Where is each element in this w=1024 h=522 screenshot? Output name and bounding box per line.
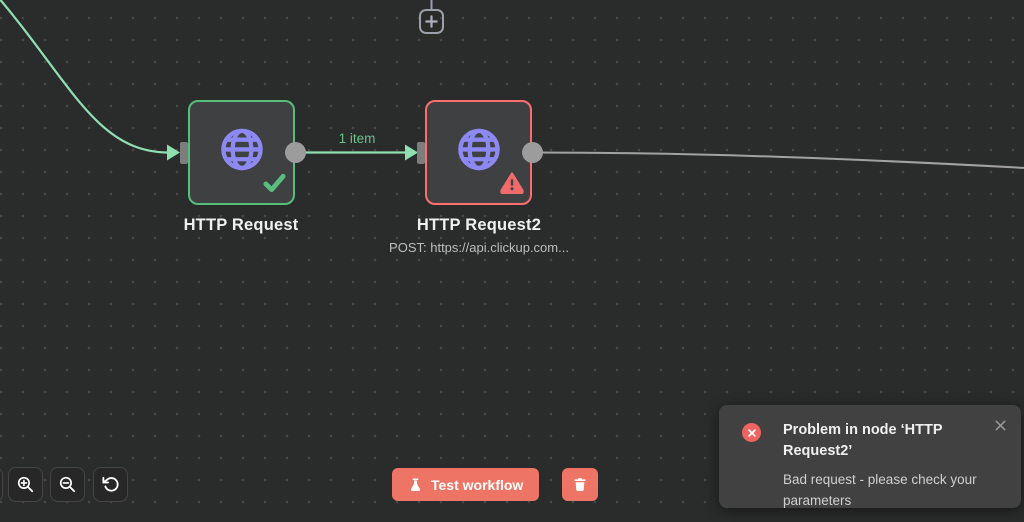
test-workflow-button[interactable]: Test workflow — [392, 468, 540, 501]
close-icon — [995, 420, 1006, 431]
zoom-in-button[interactable] — [8, 467, 43, 502]
toast-title: Problem in node ‘HTTP Request2’ — [783, 422, 943, 460]
toast-body: Problem in node ‘HTTP Request2’ Bad requ… — [770, 420, 1005, 512]
flask-icon — [410, 478, 421, 491]
node2-label: HTTP Request2 POST: https://api.clickup.… — [379, 216, 579, 255]
error-toast: Problem in node ‘HTTP Request2’ Bad requ… — [719, 405, 1021, 508]
zoom-out-icon — [59, 476, 76, 493]
reset-zoom-icon — [102, 476, 119, 492]
workflow-action-bar: Test workflow — [392, 468, 599, 501]
node2-input-port[interactable] — [417, 142, 425, 164]
error-circle-icon — [742, 423, 761, 442]
node1-label: HTTP Request — [141, 216, 341, 235]
zoom-to-fit-button[interactable] — [0, 467, 3, 502]
node2-output-port[interactable] — [522, 142, 543, 163]
node1-output-port[interactable] — [285, 142, 306, 163]
test-workflow-label: Test workflow — [431, 476, 524, 493]
warning-triangle-icon[interactable] — [500, 172, 524, 199]
incoming-connection-arrow — [167, 144, 180, 161]
node1-input-port[interactable] — [180, 142, 188, 164]
node-http-request[interactable] — [188, 100, 295, 205]
zoom-in-icon — [17, 476, 34, 493]
connection-items-label: 1 item — [338, 131, 376, 146]
incoming-connection-line — [0, 0, 169, 154]
globe-icon — [218, 125, 265, 177]
workflow-canvas[interactable]: 1 item HTTP Request HTTP Request2 POST: … — [0, 0, 1024, 522]
node2-subtitle: POST: https://api.clickup.com... — [389, 240, 569, 255]
success-check-icon — [262, 172, 287, 199]
node1-title: HTTP Request — [183, 216, 299, 234]
reset-zoom-button[interactable] — [93, 467, 128, 502]
plus-icon — [425, 15, 438, 28]
outgoing-connection-line — [532, 151, 1024, 169]
trash-icon — [574, 478, 586, 492]
node-http-request2[interactable] — [425, 100, 532, 205]
delete-button[interactable] — [562, 468, 599, 501]
zoom-out-button[interactable] — [50, 467, 85, 502]
add-node-endpoint[interactable] — [419, 9, 444, 34]
globe-icon — [455, 125, 502, 177]
toast-close-button[interactable] — [994, 419, 1007, 432]
node2-title: HTTP Request2 — [416, 216, 542, 234]
toast-message: Bad request - please check your paramete… — [783, 472, 977, 508]
